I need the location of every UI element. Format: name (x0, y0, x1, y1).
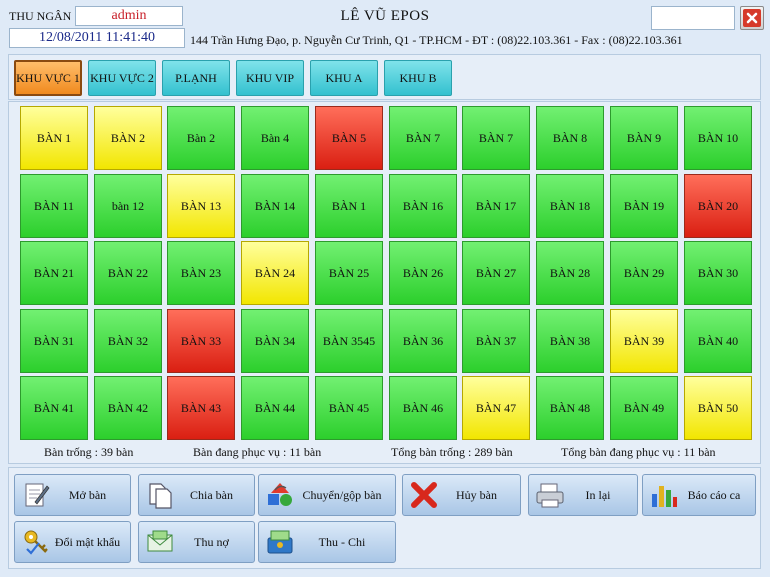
table-button[interactable]: BÀN 39 (610, 309, 678, 373)
action-label: Mở bàn (68, 487, 107, 502)
area-tab[interactable]: KHU VIP (236, 60, 304, 96)
table-button[interactable]: bàn 12 (94, 174, 162, 238)
money-envelope-icon (145, 527, 175, 557)
documents-icon (145, 480, 175, 510)
area-tab[interactable]: KHU A (310, 60, 378, 96)
action-label: Thu - Chi (318, 534, 366, 549)
table-button[interactable]: BÀN 30 (684, 241, 752, 305)
table-button[interactable]: BÀN 2 (94, 106, 162, 170)
action-label: In lại (585, 487, 611, 502)
action-button[interactable]: Báo cáo ca (642, 474, 756, 516)
table-button[interactable]: BÀN 45 (315, 376, 383, 440)
table-button[interactable]: BÀN 7 (462, 106, 530, 170)
action-button[interactable]: Thu - Chi (258, 521, 396, 563)
action-button[interactable]: Chia bàn (138, 474, 255, 516)
table-button[interactable]: BÀN 10 (684, 106, 752, 170)
area-tab[interactable]: P.LẠNH (162, 60, 230, 96)
table-button[interactable]: BÀN 33 (167, 309, 235, 373)
cashier-name-field: admin (75, 6, 183, 26)
table-button[interactable]: BÀN 34 (241, 309, 309, 373)
table-button[interactable]: BÀN 22 (94, 241, 162, 305)
datetime-field: 12/08/2011 11:41:40 (9, 28, 185, 48)
table-button[interactable]: BÀN 25 (315, 241, 383, 305)
action-label: Báo cáo ca (687, 487, 741, 502)
action-button[interactable]: In lại (528, 474, 638, 516)
table-button[interactable]: BÀN 8 (536, 106, 604, 170)
table-button[interactable]: BÀN 38 (536, 309, 604, 373)
table-button[interactable]: BÀN 49 (610, 376, 678, 440)
action-label: Đổi mật khẩu (54, 534, 121, 549)
table-button[interactable]: BÀN 41 (20, 376, 88, 440)
table-button[interactable]: BÀN 27 (462, 241, 530, 305)
close-button[interactable] (740, 6, 764, 30)
table-button[interactable]: BÀN 3545 (315, 309, 383, 373)
total-empty-tables: Tổng bàn trống : 289 bàn (391, 445, 513, 459)
table-button[interactable]: BÀN 1 (315, 174, 383, 238)
action-button[interactable]: Thu nợ (138, 521, 255, 563)
table-button[interactable]: BÀN 18 (536, 174, 604, 238)
table-button[interactable]: BÀN 13 (167, 174, 235, 238)
table-button[interactable]: BÀN 11 (20, 174, 88, 238)
table-button[interactable]: BÀN 14 (241, 174, 309, 238)
table-button[interactable]: BÀN 46 (389, 376, 457, 440)
table-button[interactable]: BÀN 37 (462, 309, 530, 373)
action-label: Hủy bàn (456, 487, 497, 502)
table-button[interactable]: BÀN 19 (610, 174, 678, 238)
printer-icon (535, 480, 565, 510)
keys-icon (21, 527, 51, 557)
table-button[interactable]: Bàn 4 (241, 106, 309, 170)
table-button[interactable]: Bàn 2 (167, 106, 235, 170)
action-label: Chia bàn (190, 487, 233, 502)
table-button[interactable]: BÀN 26 (389, 241, 457, 305)
table-button[interactable]: BÀN 40 (684, 309, 752, 373)
action-label: Chuyển/gộp bàn (302, 487, 382, 502)
area-tab[interactable]: KHU B (384, 60, 452, 96)
recycle-shapes-icon (265, 480, 295, 510)
bar-chart-icon (649, 480, 679, 510)
table-button[interactable]: BÀN 31 (20, 309, 88, 373)
table-button[interactable]: BÀN 28 (536, 241, 604, 305)
table-button[interactable]: BÀN 48 (536, 376, 604, 440)
table-button[interactable]: BÀN 24 (241, 241, 309, 305)
store-address: 144 Trần Hưng Đạo, p. Nguyễn Cư Trinh, Q… (190, 33, 683, 47)
table-button[interactable]: BÀN 16 (389, 174, 457, 238)
table-button[interactable]: BÀN 43 (167, 376, 235, 440)
store-name: LÊ VŨ EPOS (340, 8, 430, 24)
table-button[interactable]: BÀN 36 (389, 309, 457, 373)
table-button[interactable]: BÀN 20 (684, 174, 752, 238)
table-button[interactable]: BÀN 21 (20, 241, 88, 305)
table-button[interactable]: BÀN 1 (20, 106, 88, 170)
table-button[interactable]: BÀN 9 (610, 106, 678, 170)
table-button[interactable]: BÀN 44 (241, 376, 309, 440)
close-icon (743, 9, 761, 27)
action-button[interactable]: Mở bàn (14, 474, 131, 516)
total-serving-tables: Tổng bàn đang phục vụ : 11 bàn (561, 445, 716, 459)
area-tab[interactable]: KHU VỰC 2 (88, 60, 156, 96)
table-button[interactable]: BÀN 17 (462, 174, 530, 238)
table-button[interactable]: BÀN 7 (389, 106, 457, 170)
money-box-icon (265, 527, 295, 557)
action-button[interactable]: Hủy bàn (402, 474, 521, 516)
area-tab[interactable]: KHU VỰC 1 (14, 60, 82, 96)
cashier-label: THU NGÂN (9, 9, 72, 23)
action-button[interactable]: Chuyển/gộp bàn (258, 474, 396, 516)
table-button[interactable]: BÀN 5 (315, 106, 383, 170)
table-button[interactable]: BÀN 23 (167, 241, 235, 305)
table-button[interactable]: BÀN 47 (462, 376, 530, 440)
serving-tables-count: Bàn đang phục vụ : 11 bàn (193, 445, 322, 459)
red-x-icon (409, 480, 439, 510)
table-button[interactable]: BÀN 29 (610, 241, 678, 305)
table-button[interactable]: BÀN 32 (94, 309, 162, 373)
notepad-pen-icon (21, 480, 51, 510)
action-label: Thu nợ (194, 534, 229, 549)
table-button[interactable]: BÀN 42 (94, 376, 162, 440)
quick-input[interactable] (651, 6, 735, 30)
table-button[interactable]: BÀN 50 (684, 376, 752, 440)
empty-tables-count: Bàn trống : 39 bàn (44, 445, 134, 459)
action-button[interactable]: Đổi mật khẩu (14, 521, 131, 563)
